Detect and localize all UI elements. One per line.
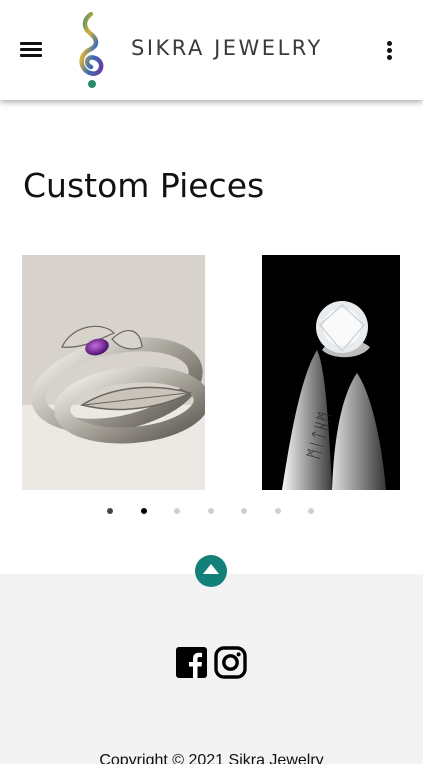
- vertical-dots-icon[interactable]: [385, 40, 395, 62]
- instagram-icon[interactable]: [214, 646, 247, 679]
- facebook-icon[interactable]: [176, 647, 207, 678]
- carousel-slide-engraved-ring[interactable]: ᛗᛁᛏᚺᛗ: [262, 255, 400, 490]
- site-footer: Copyright © 2021 Sikra Jewelry: [0, 574, 423, 764]
- carousel-slide-leaf-ring[interactable]: [22, 255, 205, 490]
- back-to-top-button[interactable]: [195, 555, 227, 587]
- arrow-up-icon: [203, 564, 219, 574]
- site-header: SIKRA JEWELRY: [0, 0, 423, 100]
- carousel-dot[interactable]: [107, 508, 113, 514]
- section-title: Custom Pieces: [23, 166, 265, 205]
- copyright-text: Copyright © 2021 Sikra Jewelry: [99, 752, 324, 764]
- carousel-dot[interactable]: [174, 508, 180, 514]
- carousel-dots: [100, 505, 330, 517]
- engraved-ring-photo: ᛗᛁᛏᚺᛗ: [262, 255, 400, 490]
- carousel-dot[interactable]: [207, 508, 214, 514]
- leaf-ring-photo: [22, 255, 205, 490]
- brand-name[interactable]: SIKRA JEWELRY: [131, 36, 323, 60]
- carousel-dot[interactable]: [274, 508, 281, 514]
- carousel-dot[interactable]: [140, 508, 147, 514]
- logo-swirl-icon[interactable]: [74, 12, 108, 90]
- carousel-dot[interactable]: [241, 508, 247, 514]
- hamburger-menu-icon[interactable]: [20, 42, 42, 58]
- carousel-dot[interactable]: [308, 508, 314, 514]
